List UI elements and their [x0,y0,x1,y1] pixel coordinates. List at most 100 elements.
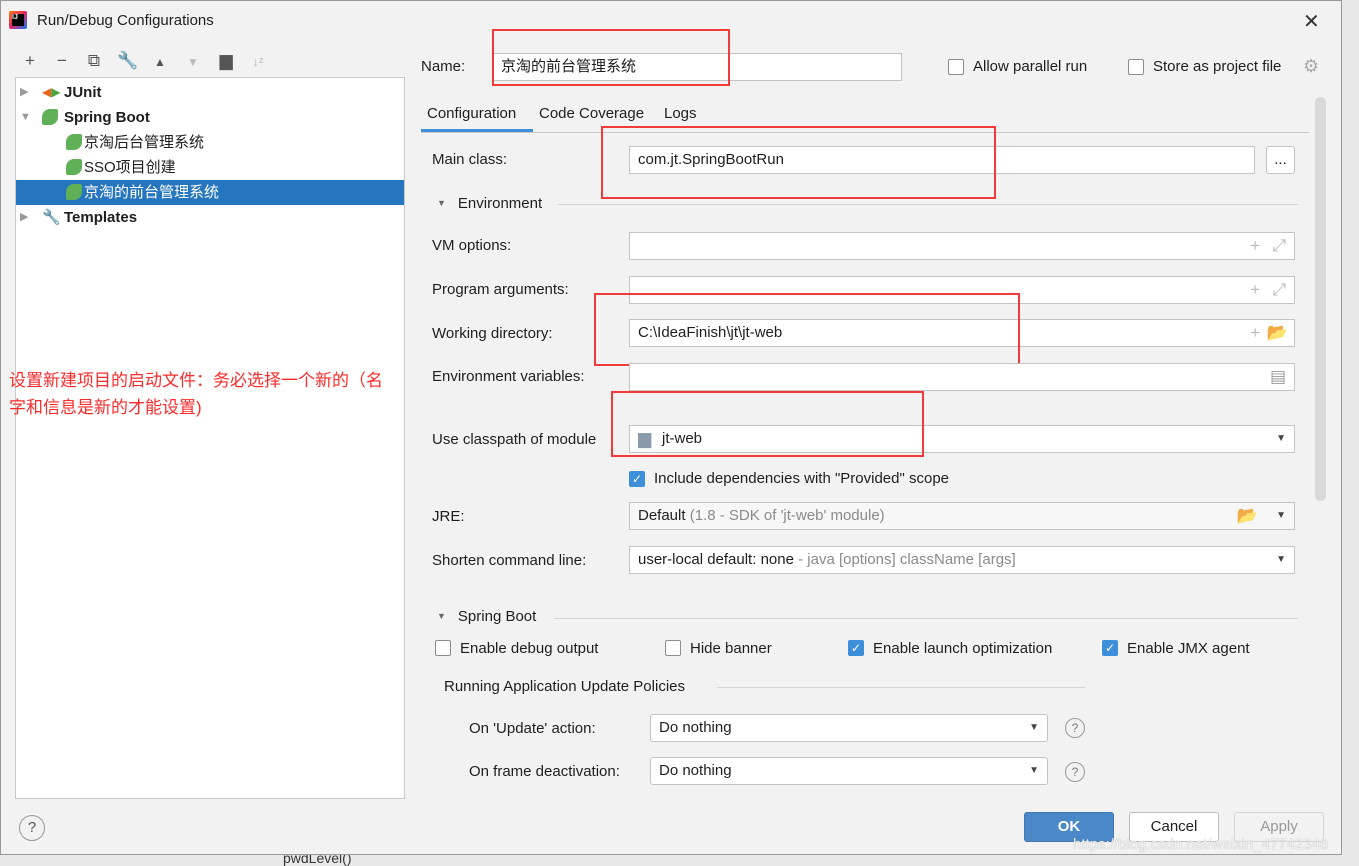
tree-item-config-selected[interactable]: 京淘的前台管理系统 [16,180,404,205]
plus-icon[interactable]: + [19,51,41,71]
spring-boot-config-icon [66,159,82,175]
main-class-label: Main class: [432,151,508,168]
tree-item-label: SSO项目创建 [84,159,176,176]
wrench-icon: 🔧 [42,209,61,226]
help-icon[interactable]: ? [1065,718,1085,738]
tree-item-junit[interactable]: ▶ ◀▶ JUnit [16,80,404,105]
jre-label: JRE: [432,508,465,525]
chevron-down-icon[interactable]: ▼ [1029,758,1039,784]
tree-item-label: Templates [64,209,138,226]
run-debug-dialog: IJ Run/Debug Configurations ✕ + − ⧉ 🔧 ▲ … [0,0,1342,855]
jmx-checkbox[interactable]: ✓ [1102,640,1118,656]
working-dir-label: Working directory: [432,325,553,342]
folder-icon[interactable]: 📂 [1267,320,1288,346]
folder-icon[interactable]: 📂 [1237,503,1258,529]
new-folder-icon[interactable]: ▆ [215,51,237,71]
expand-arrow-icon[interactable]: ▶ [20,80,28,105]
move-down-icon[interactable]: ▼ [182,55,204,69]
watermark: https://blog.csdn.net/weixin_47742346 [1073,836,1329,853]
tab-configuration[interactable]: Configuration [427,105,516,122]
allow-parallel-checkbox[interactable] [948,59,964,75]
annotation-box [594,293,1020,366]
annotation-box [492,29,730,86]
update-action-label: On 'Update' action: [469,720,596,737]
env-vars-input[interactable]: ▤ [629,363,1295,391]
update-action-select[interactable]: Do nothing ▼ [650,714,1048,742]
jre-select[interactable]: Default (1.8 - SDK of 'jt-web' module) 📂 ▼ [629,502,1295,530]
store-project-label: Store as project file [1153,58,1282,75]
spring-boot-section[interactable]: Spring Boot [437,608,536,625]
annotation-text: 设置新建项目的启动文件：务必选择一个新的（名字和信息是新的才能设置) [9,371,383,417]
update-action-value: Do nothing [659,719,732,736]
chevron-down-icon[interactable]: ▼ [1276,426,1286,452]
copy-icon[interactable]: ⧉ [83,51,105,71]
move-up-icon[interactable]: ▲ [149,55,171,69]
annotation-box [601,126,996,199]
tree-item-templates[interactable]: ▶ 🔧 Templates [16,205,404,230]
wrench-icon[interactable]: 🔧 [117,51,139,71]
sort-icon[interactable]: ↓ᶻ [247,54,269,69]
minus-icon[interactable]: − [51,51,73,71]
annotation-box [611,391,924,457]
jre-hint: (1.8 - SDK of 'jt-web' module) [689,507,885,524]
junit-icon: ◀▶ [42,85,61,99]
tree-item-label: Spring Boot [64,109,150,126]
plus-icon[interactable]: + [1250,277,1260,303]
tab-code-coverage[interactable]: Code Coverage [539,105,644,122]
debug-output-label: Enable debug output [460,640,599,657]
environment-section[interactable]: Environment [437,195,542,212]
chevron-down-icon[interactable]: ▼ [1276,503,1286,529]
shorten-hint: - java [options] className [args] [798,551,1016,568]
spring-boot-icon [42,109,58,125]
collapse-arrow-icon[interactable]: ▼ [20,105,31,130]
close-icon[interactable]: ✕ [1303,9,1320,34]
jmx-label: Enable JMX agent [1127,640,1250,657]
jre-value: Default [638,507,686,524]
tree-item-label: 京淘的前台管理系统 [84,184,220,201]
tree-item-label: JUnit [64,84,102,101]
tab-logs[interactable]: Logs [664,105,697,122]
expand-icon[interactable]: ⤢ [1272,277,1286,303]
dialog-title: Run/Debug Configurations [37,12,214,29]
plus-icon[interactable]: + [1250,233,1260,259]
launch-opt-label: Enable launch optimization [873,640,1053,657]
hide-banner-checkbox[interactable] [665,640,681,656]
name-label: Name: [421,58,466,75]
plus-icon[interactable]: + [1250,320,1260,346]
launch-opt-checkbox[interactable]: ✓ [848,640,864,656]
tree-item-config[interactable]: SSO项目创建 [16,155,404,180]
allow-parallel-label: Allow parallel run [973,58,1088,75]
chevron-down-icon[interactable]: ▼ [1276,547,1286,573]
frame-deactivation-label: On frame deactivation: [469,763,620,780]
vm-options-input[interactable]: + ⤢ [629,232,1295,260]
help-button[interactable]: ? [19,815,45,841]
env-vars-label: Environment variables: [432,368,585,385]
program-args-label: Program arguments: [432,281,569,298]
scrollbar[interactable] [1315,97,1326,501]
chevron-down-icon[interactable]: ▼ [1029,715,1039,741]
spring-boot-config-icon [66,184,82,200]
document-icon[interactable]: ▤ [1270,364,1286,390]
intellij-logo-icon: IJ [9,11,27,29]
shorten-select[interactable]: user-local default: none - java [options… [629,546,1295,574]
hide-banner-label: Hide banner [690,640,772,657]
debug-output-checkbox[interactable] [435,640,451,656]
spring-boot-config-icon [66,134,82,150]
help-icon[interactable]: ? [1065,762,1085,782]
tree-item-spring-boot[interactable]: ▼ Spring Boot [16,105,404,130]
policies-title: Running Application Update Policies [444,678,685,695]
gear-icon[interactable]: ⚙ [1303,56,1319,77]
vm-options-label: VM options: [432,237,512,254]
expand-icon[interactable]: ⤢ [1272,233,1286,259]
classpath-label: Use classpath of module [432,431,597,448]
expand-arrow-icon[interactable]: ▶ [20,205,28,230]
frame-deactivation-select[interactable]: Do nothing ▼ [650,757,1048,785]
include-deps-checkbox[interactable]: ✓ [629,471,645,487]
tree-item-label: 京淘后台管理系统 [84,134,205,151]
tree-item-config[interactable]: 京淘后台管理系统 [16,130,404,155]
browse-button[interactable]: ... [1266,146,1295,174]
store-project-checkbox[interactable] [1128,59,1144,75]
shorten-value: user-local default: none [638,551,794,568]
frame-deactivation-value: Do nothing [659,762,732,779]
config-tree: ▶ ◀▶ JUnit ▼ Spring Boot 京淘后台管理系统 SSO项目创… [15,77,405,799]
